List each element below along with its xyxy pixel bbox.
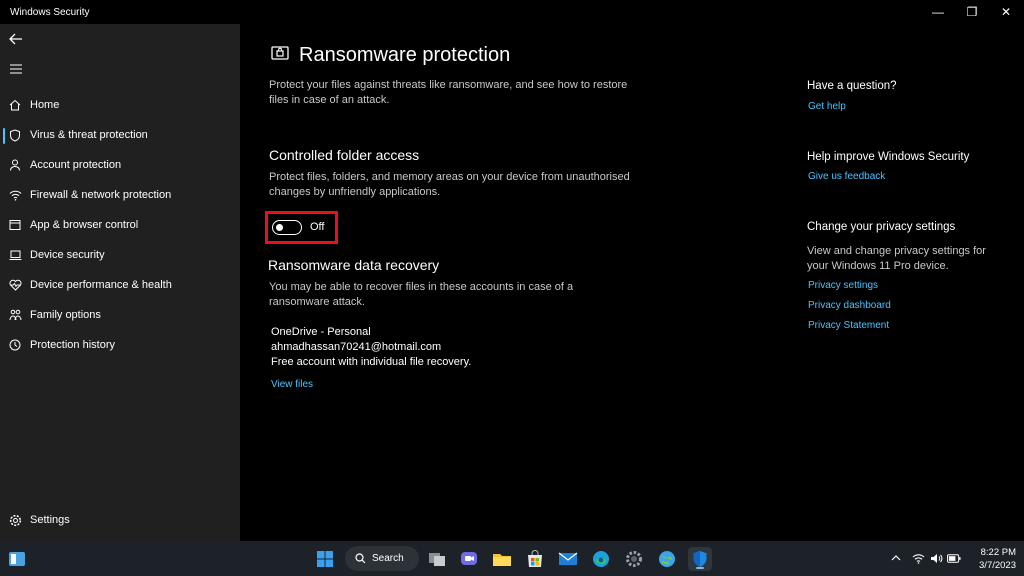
privacy-description: View and change privacy settings for you… <box>807 245 986 272</box>
privacy-statement-link[interactable]: Privacy Statement <box>808 320 889 331</box>
sidebar-item-home[interactable]: Home <box>0 91 240 119</box>
edge-browser-icon[interactable] <box>589 547 613 571</box>
chevron-up-icon[interactable] <box>889 551 903 565</box>
sidebar-item-family[interactable]: Family options <box>0 301 240 329</box>
sidebar-item-protection-history[interactable]: Protection history <box>0 331 240 359</box>
sidebar-item-label: Virus & threat protection <box>30 129 148 141</box>
clock-time: 8:22 PM <box>980 547 1016 558</box>
selection-indicator <box>3 128 5 144</box>
view-files-link[interactable]: View files <box>271 379 313 390</box>
page-header: Ransomware protection <box>271 44 510 67</box>
sidebar-item-virus-threat[interactable]: Virus & threat protection <box>0 121 240 149</box>
sidebar-item-app-browser[interactable]: App & browser control <box>0 211 240 239</box>
start-button[interactable] <box>313 547 337 571</box>
page-description: Protect your files against threats like … <box>269 79 628 106</box>
privacy-heading: Change your privacy settings <box>807 221 956 233</box>
recovery-section-title: Ransomware data recovery <box>268 257 440 273</box>
settings-app-icon[interactable] <box>622 547 646 571</box>
page-title: Ransomware protection <box>299 44 511 66</box>
clock-date: 3/7/2023 <box>979 560 1016 571</box>
shield-icon <box>8 128 22 142</box>
widgets-icon[interactable] <box>5 547 29 571</box>
sidebar-item-label: Family options <box>30 309 101 321</box>
maps-icon[interactable] <box>655 547 679 571</box>
toggle-highlight-box: Off <box>265 211 338 244</box>
search-label: Search <box>372 553 404 564</box>
family-icon <box>8 308 22 322</box>
app-window-icon <box>8 218 22 232</box>
question-heading: Have a question? <box>807 80 897 92</box>
cfa-section-title: Controlled folder access <box>269 147 420 163</box>
restore-button[interactable]: ❐ <box>955 0 989 24</box>
sidebar-item-label: Home <box>30 99 60 111</box>
sidebar: Home Virus & threat protection Account p… <box>0 24 240 541</box>
chat-icon[interactable] <box>457 547 481 571</box>
recovery-description: You may be able to recover files in thes… <box>269 281 574 308</box>
account-name: OneDrive - Personal <box>271 326 371 338</box>
hamburger-menu-icon[interactable] <box>6 60 26 78</box>
ransomware-icon <box>271 46 289 65</box>
home-icon <box>8 98 22 112</box>
system-clock[interactable]: 8:22 PM 3/7/2023 <box>979 546 1016 572</box>
feedback-link[interactable]: Give us feedback <box>808 171 885 182</box>
account-email: ahmadhassan70241@hotmail.com <box>271 341 442 353</box>
taskbar: Search 8:22 PM 3/7/2023 <box>0 541 1024 576</box>
gear-icon <box>8 513 22 527</box>
file-explorer-icon[interactable] <box>490 547 514 571</box>
sidebar-item-label: Settings <box>30 514 70 526</box>
sidebar-item-settings[interactable]: Settings <box>0 506 240 534</box>
battery-icon[interactable] <box>947 551 961 565</box>
toggle-state-label: Off <box>310 221 325 233</box>
microsoft-store-icon[interactable] <box>523 547 547 571</box>
get-help-link[interactable]: Get help <box>808 101 846 112</box>
sidebar-item-label: App & browser control <box>30 219 139 231</box>
privacy-settings-link[interactable]: Privacy settings <box>808 280 878 291</box>
laptop-icon <box>8 248 22 262</box>
controlled-folder-access-toggle[interactable] <box>272 220 302 235</box>
history-icon <box>8 338 22 352</box>
sidebar-item-label: Firewall & network protection <box>30 189 172 201</box>
privacy-dashboard-link[interactable]: Privacy dashboard <box>808 300 891 311</box>
toggle-knob <box>276 224 283 231</box>
account-plan: Free account with individual file recove… <box>271 356 472 368</box>
volume-icon[interactable] <box>929 551 943 565</box>
sidebar-item-label: Account protection <box>30 159 122 171</box>
title-bar: Windows Security — ❐ ✕ <box>0 0 1024 24</box>
wifi-status-icon[interactable] <box>911 551 925 565</box>
active-app-indicator <box>696 567 704 569</box>
search-icon <box>355 553 366 564</box>
sidebar-item-firewall[interactable]: Firewall & network protection <box>0 181 240 209</box>
windows-security-taskbar-icon[interactable] <box>688 547 712 571</box>
window-title: Windows Security <box>10 7 90 18</box>
sidebar-item-device-performance[interactable]: Device performance & health <box>0 271 240 299</box>
wifi-icon <box>8 188 22 202</box>
sidebar-item-label: Device security <box>30 249 105 261</box>
sidebar-item-label: Protection history <box>30 339 115 351</box>
mail-icon[interactable] <box>556 547 580 571</box>
sidebar-item-label: Device performance & health <box>30 279 172 291</box>
sidebar-item-account[interactable]: Account protection <box>0 151 240 179</box>
heart-icon <box>8 278 22 292</box>
task-view-icon[interactable] <box>425 547 449 571</box>
improve-heading: Help improve Windows Security <box>807 151 970 163</box>
back-arrow-icon[interactable] <box>6 30 26 48</box>
minimize-button[interactable]: — <box>921 0 955 24</box>
main-content: Ransomware protection Protect your files… <box>240 24 1024 541</box>
sidebar-item-device-security[interactable]: Device security <box>0 241 240 269</box>
close-button[interactable]: ✕ <box>989 0 1023 24</box>
taskbar-search[interactable]: Search <box>345 546 419 571</box>
cfa-description: Protect files, folders, and memory areas… <box>269 171 630 198</box>
person-icon <box>8 158 22 172</box>
